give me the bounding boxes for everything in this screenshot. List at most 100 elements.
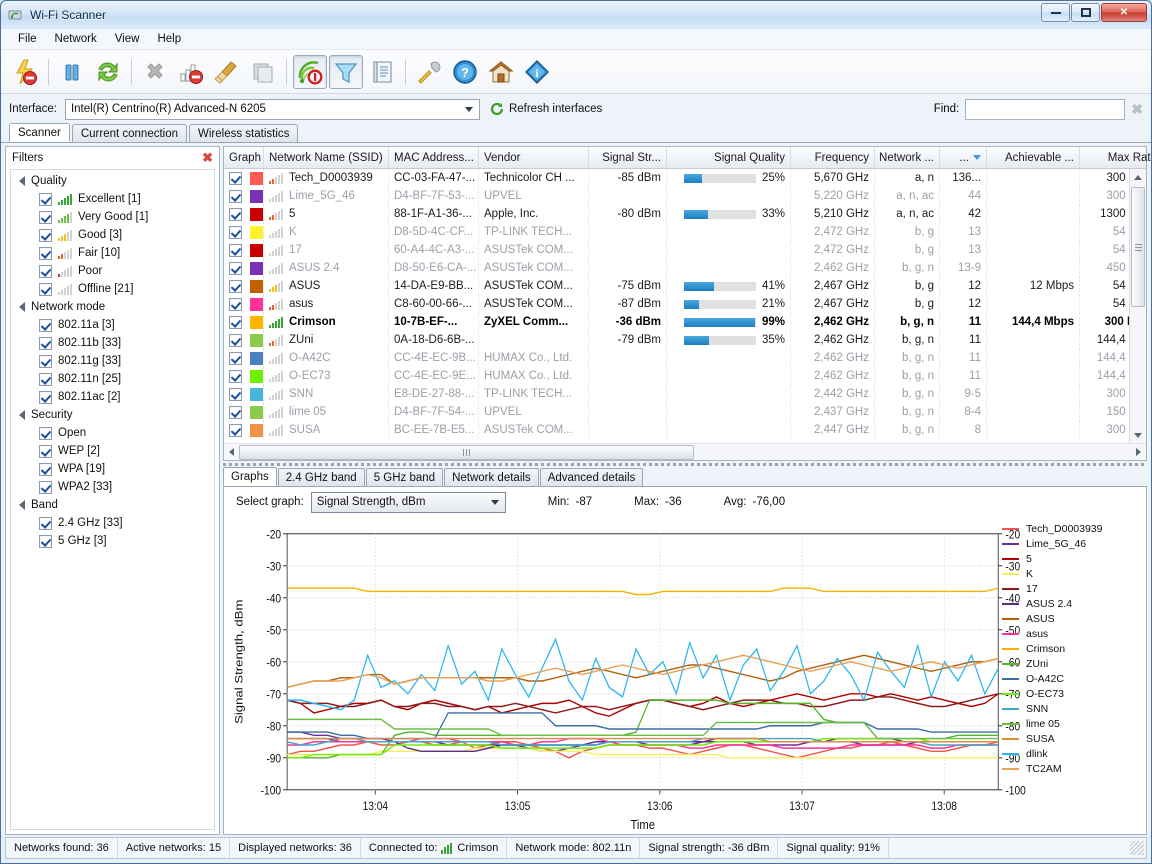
tab-scanner[interactable]: Scanner <box>9 123 70 142</box>
expand-triangle-icon[interactable] <box>19 176 25 186</box>
filter-item[interactable]: WPA [19] <box>11 460 214 478</box>
graph-tab-advanced-details[interactable]: Advanced details <box>540 468 644 486</box>
column-header[interactable]: Achievable ... <box>987 147 1080 168</box>
filter-checkbox[interactable] <box>39 229 52 242</box>
table-row[interactable]: lime 05D4-BF-7F-54-...UPVEL2,437 GHzb, g… <box>224 403 1146 421</box>
filter-item[interactable]: 2.4 GHz [33] <box>11 514 214 532</box>
delete-button[interactable] <box>138 55 172 89</box>
scroll-right-button[interactable] <box>1136 448 1141 456</box>
find-input[interactable] <box>965 99 1125 120</box>
graph-tab-5-ghz-band[interactable]: 5 GHz band <box>366 468 443 486</box>
column-header[interactable]: Graph <box>224 147 264 168</box>
graph-cell[interactable] <box>224 295 264 313</box>
panel-splitter[interactable] <box>223 461 1147 468</box>
graph-cell[interactable] <box>224 421 264 439</box>
scroll-down-button[interactable] <box>1131 427 1146 443</box>
column-header[interactable]: Network ... <box>875 147 940 168</box>
column-header[interactable]: Network Name (SSID) <box>264 147 389 168</box>
filter-checkbox[interactable] <box>39 319 52 332</box>
column-header[interactable]: Vendor <box>479 147 589 168</box>
filter-item[interactable]: Very Good [1] <box>11 208 214 226</box>
graph-cell[interactable] <box>224 313 264 331</box>
filter-checkbox[interactable] <box>39 535 52 548</box>
close-button[interactable]: ✕ <box>1101 3 1147 22</box>
table-vertical-scrollbar[interactable] <box>1129 169 1146 443</box>
filter-checkbox[interactable] <box>39 391 52 404</box>
disconnect-button[interactable] <box>293 55 327 89</box>
menu-network[interactable]: Network <box>46 31 106 47</box>
filter-group-band[interactable]: Band <box>11 496 214 514</box>
filter-item[interactable]: Excellent [1] <box>11 190 214 208</box>
graph-cell[interactable] <box>224 169 264 187</box>
filter-item[interactable]: 802.11b [33] <box>11 334 214 352</box>
refresh-interfaces-button[interactable]: Refresh interfaces <box>490 102 602 116</box>
filter-checkbox[interactable] <box>39 337 52 350</box>
filter-item[interactable]: 802.11a [3] <box>11 316 214 334</box>
graph-tab-network-details[interactable]: Network details <box>444 468 539 486</box>
graph-tab-graphs[interactable]: Graphs <box>223 467 277 486</box>
stop-scan-button[interactable] <box>8 55 42 89</box>
refresh-button[interactable] <box>91 55 125 89</box>
graph-checkbox[interactable] <box>229 244 242 257</box>
filter-checkbox[interactable] <box>39 463 52 476</box>
about-button[interactable]: i <box>520 55 554 89</box>
filter-checkbox[interactable] <box>39 265 52 278</box>
filter-checkbox[interactable] <box>39 445 52 458</box>
horizontal-scroll-thumb[interactable] <box>239 445 694 460</box>
clear-x-icon[interactable]: ✖ <box>1131 101 1143 118</box>
minimize-button[interactable] <box>1041 3 1070 22</box>
scroll-left-button[interactable] <box>229 448 234 456</box>
menu-file[interactable]: File <box>9 31 46 47</box>
filter-checkbox[interactable] <box>39 517 52 530</box>
graph-cell[interactable] <box>224 223 264 241</box>
table-row[interactable]: Crimson10-7B-EF-...ZyXEL Comm...-36 dBm9… <box>224 313 1146 331</box>
graph-checkbox[interactable] <box>229 208 242 221</box>
table-row[interactable]: Tech_D0003939CC-03-FA-47-...Technicolor … <box>224 169 1146 187</box>
filter-item[interactable]: 802.11ac [2] <box>11 388 214 406</box>
clear-button[interactable] <box>210 55 244 89</box>
filter-item[interactable]: WEP [2] <box>11 442 214 460</box>
filter-checkbox[interactable] <box>39 373 52 386</box>
maximize-button[interactable] <box>1071 3 1100 22</box>
vertical-scroll-thumb[interactable] <box>1131 187 1145 307</box>
filter-checkbox[interactable] <box>39 211 52 224</box>
help-button[interactable]: ? <box>448 55 482 89</box>
graph-cell[interactable] <box>224 367 264 385</box>
close-x-icon[interactable]: ✖ <box>202 150 213 166</box>
graph-cell[interactable] <box>224 403 264 421</box>
graph-cell[interactable] <box>224 259 264 277</box>
filter-item[interactable]: WPA2 [33] <box>11 478 214 496</box>
interface-select[interactable]: Intel(R) Centrino(R) Advanced-N 6205 <box>65 99 480 120</box>
graph-checkbox[interactable] <box>229 388 242 401</box>
table-row[interactable]: O-EC73CC-4E-EC-9E...HUMAX Co., Ltd.2,462… <box>224 367 1146 385</box>
filter-item[interactable]: 5 GHz [3] <box>11 532 214 550</box>
filter-checkbox[interactable] <box>39 481 52 494</box>
graph-cell[interactable] <box>224 331 264 349</box>
expand-triangle-icon[interactable] <box>19 500 25 510</box>
table-row[interactable]: 1760-A4-4C-A3-...ASUSTek COM...2,472 GHz… <box>224 241 1146 259</box>
graph-type-select[interactable]: Signal Strength, dBm <box>311 492 506 513</box>
graph-checkbox[interactable] <box>229 280 242 293</box>
table-row[interactable]: ZUni0A-18-D6-6B-...-79 dBm35%2,462 GHzb,… <box>224 331 1146 349</box>
home-button[interactable] <box>484 55 518 89</box>
pause-button[interactable] <box>55 55 89 89</box>
graph-tab-2-4-ghz-band[interactable]: 2.4 GHz band <box>278 468 365 486</box>
expand-triangle-icon[interactable] <box>19 410 25 420</box>
filter-button[interactable] <box>329 55 363 89</box>
horizontal-scroll-track[interactable] <box>239 445 1131 460</box>
tab-current-connection[interactable]: Current connection <box>72 124 187 142</box>
filter-group-quality[interactable]: Quality <box>11 172 214 190</box>
filter-item[interactable]: 802.11g [33] <box>11 352 214 370</box>
graph-cell[interactable] <box>224 205 264 223</box>
graph-cell[interactable] <box>224 277 264 295</box>
menu-help[interactable]: Help <box>148 31 190 47</box>
graph-checkbox[interactable] <box>229 406 242 419</box>
remove-network-button[interactable] <box>174 55 208 89</box>
filter-checkbox[interactable] <box>39 247 52 260</box>
table-row[interactable]: asusC8-60-00-66-...ASUSTek COM...-87 dBm… <box>224 295 1146 313</box>
filter-item[interactable]: Offline [21] <box>11 280 214 298</box>
table-row[interactable]: 588-1F-A1-36-...Apple, Inc.-80 dBm33%5,2… <box>224 205 1146 223</box>
graph-checkbox[interactable] <box>229 172 242 185</box>
graph-checkbox[interactable] <box>229 190 242 203</box>
table-row[interactable]: ASUS14-DA-E9-BB...ASUSTek COM...-75 dBm4… <box>224 277 1146 295</box>
